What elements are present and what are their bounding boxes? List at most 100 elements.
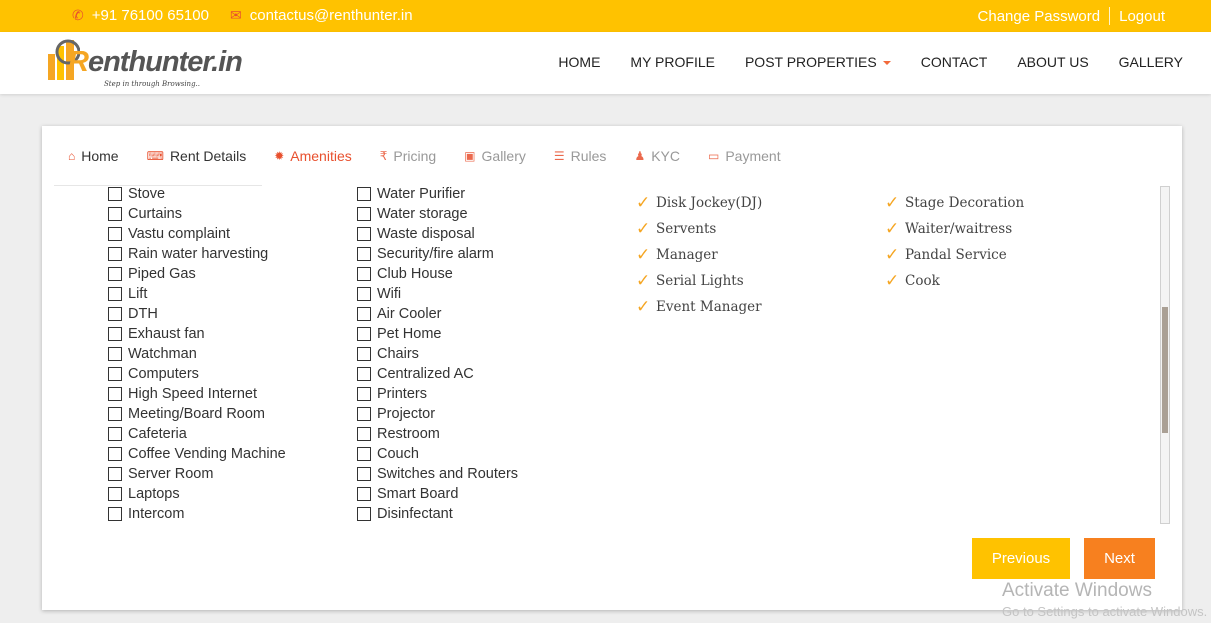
- amenity-item[interactable]: DTH: [108, 304, 286, 324]
- amenity-checkbox[interactable]: [108, 427, 122, 441]
- vertical-scrollbar[interactable]: [1160, 186, 1170, 524]
- tab-home[interactable]: ⌂ Home: [54, 126, 133, 186]
- service-item[interactable]: ✓ Cook: [885, 268, 1024, 294]
- service-item[interactable]: ✓ Pandal Service: [885, 242, 1024, 268]
- amenity-item[interactable]: Projector: [357, 404, 518, 424]
- amenity-item[interactable]: Wifi: [357, 284, 518, 304]
- nav-contact[interactable]: CONTACT: [921, 54, 988, 70]
- amenity-checkbox[interactable]: [357, 447, 371, 461]
- amenity-checkbox[interactable]: [108, 447, 122, 461]
- amenity-checkbox[interactable]: [357, 507, 371, 521]
- amenity-checkbox[interactable]: [357, 267, 371, 281]
- service-item[interactable]: ✓ Waiter/waitress: [885, 216, 1024, 242]
- tab-rent-details[interactable]: ⌨ Rent Details: [133, 126, 261, 186]
- amenity-checkbox[interactable]: [357, 307, 371, 321]
- amenity-item[interactable]: Exhaust fan: [108, 324, 286, 344]
- amenity-checkbox[interactable]: [357, 187, 371, 201]
- amenity-item[interactable]: Meeting/Board Room: [108, 404, 286, 424]
- amenity-checkbox[interactable]: [357, 207, 371, 221]
- amenity-checkbox[interactable]: [108, 287, 122, 301]
- amenity-item[interactable]: Restroom: [357, 424, 518, 444]
- email-address[interactable]: contactus@renthunter.in: [250, 7, 413, 24]
- amenity-checkbox[interactable]: [108, 507, 122, 521]
- amenity-item[interactable]: Piped Gas: [108, 264, 286, 284]
- amenity-checkbox[interactable]: [108, 207, 122, 221]
- amenity-checkbox[interactable]: [108, 267, 122, 281]
- amenity-checkbox[interactable]: [108, 467, 122, 481]
- amenity-item[interactable]: Curtains: [108, 204, 286, 224]
- amenity-checkbox[interactable]: [108, 387, 122, 401]
- next-button[interactable]: Next: [1084, 538, 1155, 579]
- amenity-checkbox[interactable]: [108, 187, 122, 201]
- amenity-item[interactable]: Computers: [108, 364, 286, 384]
- amenity-checkbox[interactable]: [357, 407, 371, 421]
- amenity-item[interactable]: Lift: [108, 284, 286, 304]
- amenity-checkbox[interactable]: [357, 427, 371, 441]
- service-item[interactable]: ✓ Servents: [636, 216, 762, 242]
- tab-rules[interactable]: ☰ Rules: [540, 126, 621, 186]
- amenity-item[interactable]: Rain water harvesting: [108, 244, 286, 264]
- amenity-checkbox[interactable]: [108, 307, 122, 321]
- service-item[interactable]: ✓ Disk Jockey(DJ): [636, 190, 762, 216]
- amenity-item[interactable]: High Speed Internet: [108, 384, 286, 404]
- amenity-checkbox[interactable]: [357, 347, 371, 361]
- tab-amenities[interactable]: ✹ Amenities: [260, 126, 366, 186]
- amenity-checkbox[interactable]: [357, 247, 371, 261]
- amenity-item[interactable]: Stove: [108, 186, 286, 204]
- amenity-item[interactable]: Water Purifier: [357, 186, 518, 204]
- previous-button[interactable]: Previous: [972, 538, 1070, 579]
- logout-link[interactable]: Logout: [1119, 8, 1165, 25]
- amenity-checkbox[interactable]: [108, 487, 122, 501]
- tab-pricing[interactable]: ₹ Pricing: [366, 126, 450, 186]
- nav-about-us[interactable]: ABOUT US: [1017, 54, 1088, 70]
- amenity-item[interactable]: Chairs: [357, 344, 518, 364]
- service-item[interactable]: ✓ Event Manager: [636, 294, 762, 320]
- amenity-item[interactable]: Server Room: [108, 464, 286, 484]
- amenity-item[interactable]: Smart Board: [357, 484, 518, 504]
- amenity-item[interactable]: Printers: [357, 384, 518, 404]
- change-password-link[interactable]: Change Password: [978, 8, 1101, 25]
- renthunter-logo[interactable]: Renthunter.in Step in through Browsing..: [42, 36, 243, 92]
- amenity-item[interactable]: Pet Home: [357, 324, 518, 344]
- amenity-checkbox[interactable]: [357, 387, 371, 401]
- amenity-checkbox[interactable]: [108, 347, 122, 361]
- tab-payment[interactable]: ▭ Payment: [694, 126, 795, 186]
- nav-gallery[interactable]: GALLERY: [1119, 54, 1183, 70]
- amenity-item[interactable]: Air Cooler: [357, 304, 518, 324]
- amenity-item[interactable]: Waste disposal: [357, 224, 518, 244]
- amenity-checkbox[interactable]: [357, 467, 371, 481]
- amenity-checkbox[interactable]: [108, 407, 122, 421]
- amenity-item[interactable]: Switches and Routers: [357, 464, 518, 484]
- nav-post-properties[interactable]: POST PROPERTIES: [745, 54, 891, 70]
- tab-gallery[interactable]: ▣ Gallery: [450, 126, 540, 186]
- amenity-item[interactable]: Coffee Vending Machine: [108, 444, 286, 464]
- amenity-item[interactable]: Intercom: [108, 504, 286, 524]
- amenity-item[interactable]: Cafeteria: [108, 424, 286, 444]
- amenity-item[interactable]: Vastu complaint: [108, 224, 286, 244]
- amenity-checkbox[interactable]: [357, 327, 371, 341]
- service-item[interactable]: ✓ Manager: [636, 242, 762, 268]
- amenity-checkbox[interactable]: [108, 327, 122, 341]
- amenity-item[interactable]: Disinfectant: [357, 504, 518, 524]
- amenity-checkbox[interactable]: [357, 487, 371, 501]
- amenity-checkbox[interactable]: [357, 227, 371, 241]
- amenity-item[interactable]: Watchman: [108, 344, 286, 364]
- nav-my-profile[interactable]: MY PROFILE: [630, 54, 715, 70]
- amenity-item[interactable]: Club House: [357, 264, 518, 284]
- nav-home[interactable]: HOME: [558, 54, 600, 70]
- amenities-scroll-area[interactable]: Stove Curtains Vastu complaint Rain water h…: [42, 186, 1170, 524]
- amenity-item[interactable]: Water storage: [357, 204, 518, 224]
- amenity-item[interactable]: Couch: [357, 444, 518, 464]
- amenity-checkbox[interactable]: [108, 227, 122, 241]
- amenity-checkbox[interactable]: [357, 287, 371, 301]
- amenity-checkbox[interactable]: [108, 367, 122, 381]
- amenity-item[interactable]: Security/fire alarm: [357, 244, 518, 264]
- service-item[interactable]: ✓ Serial Lights: [636, 268, 762, 294]
- amenity-checkbox[interactable]: [357, 367, 371, 381]
- scrollbar-thumb[interactable]: [1162, 307, 1168, 433]
- amenity-item[interactable]: Centralized AC: [357, 364, 518, 384]
- amenity-item[interactable]: Laptops: [108, 484, 286, 504]
- service-item[interactable]: ✓ Stage Decoration: [885, 190, 1024, 216]
- tab-kyc[interactable]: ♟ KYC: [620, 126, 694, 186]
- amenity-checkbox[interactable]: [108, 247, 122, 261]
